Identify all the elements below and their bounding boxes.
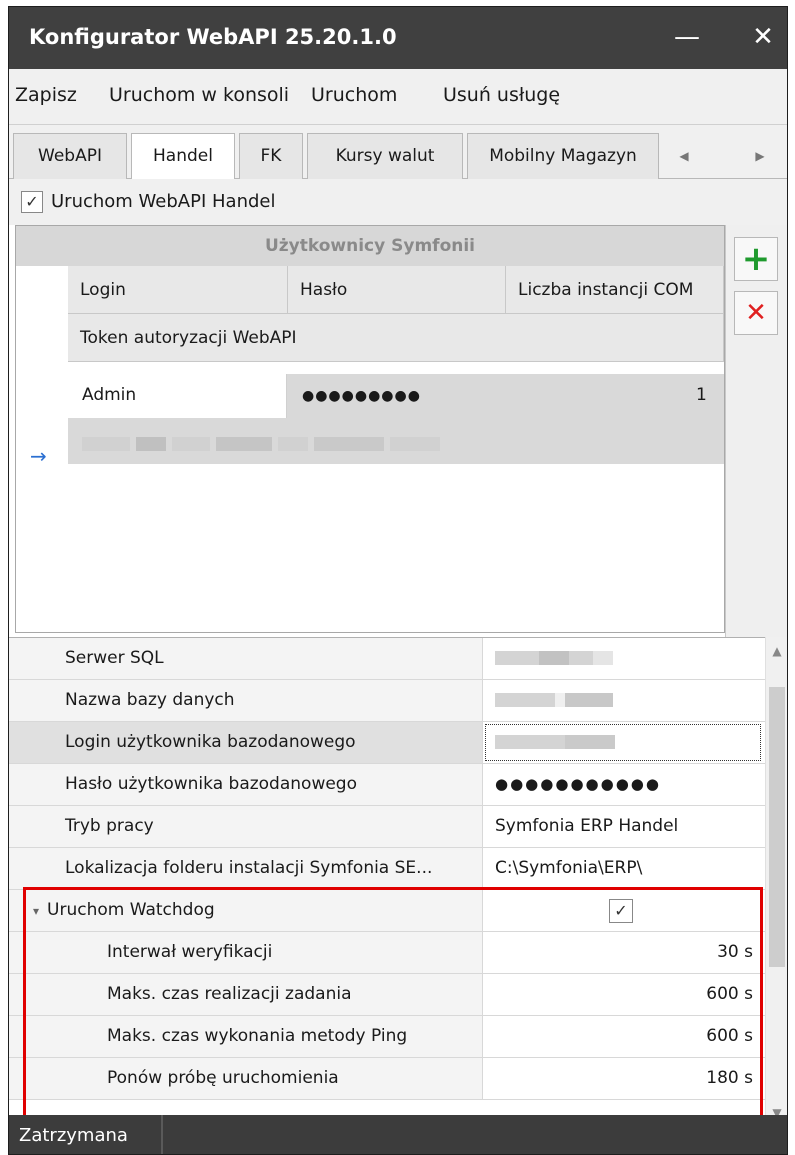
watchdog-label: Uruchom Watchdog [47,900,215,920]
property-row-login-bazodanowy[interactable]: Login użytkownika bazodanowego [9,722,765,764]
property-value-redacted[interactable] [483,638,765,679]
status-separator [161,1115,163,1154]
property-value[interactable]: 30 s [483,932,765,973]
scroll-thumb[interactable] [769,687,785,967]
property-name: Lokalizacja folderu instalacji Symfonia … [9,848,483,889]
table-row[interactable]: Admin ●●●●●●●●● 1 [68,374,724,464]
tab-strip: WebAPI Handel FK Kursy walut Mobilny Mag… [9,125,787,180]
title-bar[interactable]: Konfigurator WebAPI 25.20.1.0 — ✕ [9,7,787,69]
property-name: ▾ Uruchom Watchdog [9,890,483,931]
login-value: Admin [82,385,137,405]
status-bar: Zatrzymana [9,1115,787,1154]
com-instances-value[interactable]: 1 [696,385,707,405]
tab-mobilny-magazyn[interactable]: Mobilny Magazyn [467,133,659,179]
run-handel-label[interactable]: Uruchom WebAPI Handel [51,191,275,212]
run-handel-checkbox[interactable]: ✓ [21,191,43,213]
konfigurator-window: Konfigurator WebAPI 25.20.1.0 — ✕ Zapisz… [8,6,788,1155]
property-row-nazwa-bazy[interactable]: Nazwa bazy danych [9,680,765,722]
column-header-login[interactable]: Login [68,266,288,314]
minimize-button[interactable]: — [659,7,715,69]
scroll-up-icon[interactable]: ▲ [766,637,787,665]
property-row-uruchom-watchdog[interactable]: ▾ Uruchom Watchdog ✓ [9,890,765,932]
tab-scroll-left-icon[interactable]: ◀ [669,133,699,179]
property-grid-scrollbar[interactable]: ▲ ▼ [765,637,787,1127]
cell-login[interactable]: Admin [68,374,287,418]
property-value-redacted[interactable] [483,680,765,721]
property-value[interactable]: 180 s [483,1058,765,1099]
focus-rectangle [485,724,761,761]
property-value[interactable]: ✓ [483,890,765,931]
property-value[interactable]: ●●●●●●●●●●● [483,764,765,805]
add-user-button[interactable]: + [734,237,778,281]
property-row-maks-czas-zadania[interactable]: Maks. czas realizacji zadania 600 s [9,974,765,1016]
property-name: Maks. czas realizacji zadania [9,974,483,1015]
property-name: Tryb pracy [9,806,483,847]
menu-usun-usluge[interactable]: Usuń usługę [443,84,560,106]
tab-handel[interactable]: Handel [131,133,235,180]
property-value[interactable]: C:\Symfonia\ERP\ [483,848,765,889]
menu-bar: Zapisz Uruchom w konsoli Uruchom Usuń us… [9,69,787,125]
column-header-liczba-instancji[interactable]: Liczba instancji COM [506,266,724,314]
property-name: Login użytkownika bazodanowego [9,722,483,763]
users-grid-actions: + ✕ [725,225,787,637]
menu-zapisz[interactable]: Zapisz [15,84,77,106]
property-row-ponow-probe[interactable]: Ponów próbę uruchomienia 180 s [9,1058,765,1100]
column-header-token[interactable]: Token autoryzacji WebAPI [68,314,724,362]
window-title: Konfigurator WebAPI 25.20.1.0 [29,25,397,49]
tab-kursy-walut[interactable]: Kursy walut [307,133,463,179]
property-name: Hasło użytkownika bazodanowego [9,764,483,805]
password-value[interactable]: ●●●●●●●●● [302,388,421,404]
users-grid-caption: Użytkownicy Symfonii [16,226,724,266]
delete-user-button[interactable]: ✕ [734,291,778,335]
property-name: Maks. czas wykonania metody Ping [9,1016,483,1057]
property-row-tryb-pracy[interactable]: Tryb pracy Symfonia ERP Handel [9,806,765,848]
property-row-interwal[interactable]: Interwał weryfikacji 30 s [9,932,765,974]
property-row-haslo-bazodanowe[interactable]: Hasło użytkownika bazodanowego ●●●●●●●●●… [9,764,765,806]
close-button[interactable]: ✕ [735,7,787,69]
expand-chevron-icon[interactable]: ▾ [33,904,39,918]
tab-webapi[interactable]: WebAPI [13,133,127,179]
tab-scroll-right-icon[interactable]: ▶ [745,133,775,179]
property-value[interactable]: 600 s [483,1016,765,1057]
property-grid: Serwer SQL Nazwa bazy danych Login użytk… [9,637,765,1127]
menu-uruchom-w-konsoli[interactable]: Uruchom w konsoli [109,84,289,106]
row-indicator-column: → [16,266,68,632]
property-row-serwer-sql[interactable]: Serwer SQL [9,638,765,680]
token-value-redacted [82,432,441,454]
status-text: Zatrzymana [19,1125,128,1146]
property-row-maks-czas-ping[interactable]: Maks. czas wykonania metody Ping 600 s [9,1016,765,1058]
run-handel-row: ✓ Uruchom WebAPI Handel [9,179,787,225]
property-row-lokalizacja[interactable]: Lokalizacja folderu instalacji Symfonia … [9,848,765,890]
watchdog-checkbox[interactable]: ✓ [609,899,633,923]
current-row-arrow-icon: → [30,444,47,468]
property-name: Ponów próbę uruchomienia [9,1058,483,1099]
property-value[interactable]: 600 s [483,974,765,1015]
property-value[interactable]: Symfonia ERP Handel [483,806,765,847]
menu-uruchom[interactable]: Uruchom [311,84,397,106]
property-name: Nazwa bazy danych [9,680,483,721]
property-name: Serwer SQL [9,638,483,679]
column-header-haslo[interactable]: Hasło [288,266,506,314]
users-grid: Użytkownicy Symfonii → Login Hasło Liczb… [15,225,725,633]
property-name: Interwał weryfikacji [9,932,483,973]
tab-fk[interactable]: FK [239,133,303,179]
